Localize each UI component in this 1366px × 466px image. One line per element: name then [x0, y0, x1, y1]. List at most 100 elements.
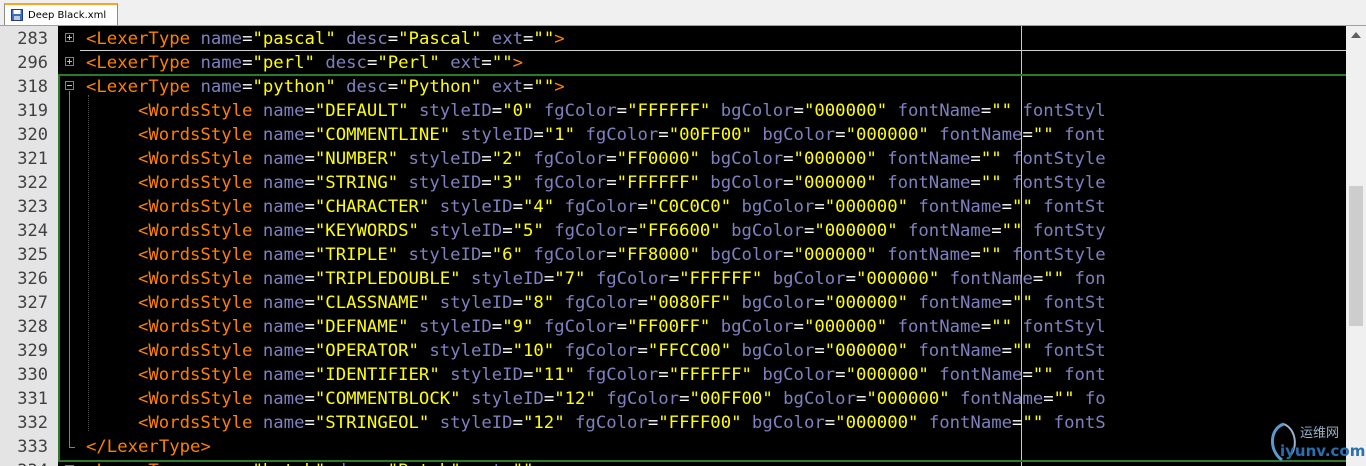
xml-attr-value: "" — [491, 53, 513, 73]
tab-deep-black-xml[interactable]: Deep Black.xml — [4, 3, 118, 25]
code-line[interactable]: 324 <WordsStyle name="KEYWORDS" styleID="… — [0, 219, 1346, 243]
xml-attr-value: "4" — [523, 197, 555, 217]
xml-attr-name: fontName — [949, 269, 1033, 289]
line-number: 328 — [17, 317, 48, 337]
code-text: <LexerType name="pascal" desc="Pascal" e… — [86, 27, 565, 51]
xml-attr-name: fo — [1084, 389, 1106, 409]
line-number: 318 — [17, 77, 48, 97]
xml-tag: <WordsStyle — [138, 413, 253, 433]
xml-equals: = — [658, 365, 669, 385]
xml-equals: = — [970, 149, 981, 169]
code-line[interactable]: 326 <WordsStyle name="TRIPLEDOUBLE" style… — [0, 267, 1346, 291]
xml-attr-name: fontS — [1053, 413, 1106, 433]
code-text: <LexerType name="python" desc="Python" e… — [86, 75, 565, 99]
code-line[interactable]: 333 </LexerType> — [0, 435, 1346, 459]
code-line[interactable]: 320 <WordsStyle name="COMMENTLINE" styleI… — [0, 123, 1346, 147]
fold-expand-icon[interactable] — [65, 33, 74, 42]
code-line[interactable]: 329 <WordsStyle name="OPERATOR" styleID="… — [0, 339, 1346, 363]
xml-equals: = — [366, 53, 378, 73]
line-number: 333 — [17, 437, 48, 457]
code-line[interactable]: 334 <LexerType name="batch" desc="Batch" … — [0, 459, 1346, 466]
code-line[interactable]: 330 <WordsStyle name="IDENTIFIER" styleID… — [0, 363, 1346, 387]
code-line[interactable]: 323 <WordsStyle name="CHARACTER" styleID=… — [0, 195, 1346, 219]
xml-attr-value: "" — [1012, 293, 1033, 313]
xml-equals: = — [783, 173, 794, 193]
xml-attr-value: "" — [1032, 125, 1054, 145]
xml-tag-close: > — [554, 77, 565, 97]
xml-equals: = — [304, 173, 315, 193]
code-line[interactable]: 325 <WordsStyle name="TRIPLE" styleID="6"… — [0, 243, 1346, 267]
xml-equals: = — [1022, 365, 1033, 385]
xml-attr-value: "7" — [554, 269, 586, 289]
scroll-up-arrow-icon[interactable] — [1351, 32, 1361, 38]
xml-tag: <WordsStyle — [138, 101, 253, 121]
xml-equals: = — [647, 413, 659, 433]
xml-attr-value: "" — [991, 317, 1013, 337]
xml-equals: = — [512, 293, 523, 313]
code-line[interactable]: 328 <WordsStyle name="DEFNAME" styleID="9… — [0, 315, 1346, 339]
xml-attr-name: font — [1064, 125, 1106, 145]
xml-equals: = — [304, 149, 315, 169]
xml-equals: = — [803, 221, 815, 241]
code-editor[interactable]: 283 <LexerType name="pascal" desc="Pascal… — [0, 26, 1366, 466]
xml-attr-value: "000000" — [793, 173, 877, 193]
xml-equals: = — [1022, 125, 1033, 145]
xml-attr-value: "Batch" — [388, 461, 461, 466]
xml-attr-name: fontName — [887, 173, 971, 193]
code-line[interactable]: 327 <WordsStyle name="CLASSNAME" styleID=… — [0, 291, 1346, 315]
fold-line — [69, 339, 70, 363]
code-line[interactable]: 322 <WordsStyle name="STRING" styleID="3"… — [0, 171, 1346, 195]
xml-attr-name: fontName — [897, 101, 981, 121]
xml-attr-value: "" — [980, 245, 1002, 265]
vertical-scrollbar[interactable] — [1346, 26, 1366, 466]
xml-equals: = — [627, 221, 638, 241]
code-line[interactable]: 283 <LexerType name="pascal" desc="Pascal… — [0, 27, 1346, 51]
xml-equals: = — [814, 197, 825, 217]
xml-attr-name: fontStyl — [1022, 101, 1106, 121]
xml-attr-name: fontName — [918, 341, 1002, 361]
xml-attr-value: "Pascal" — [398, 29, 482, 49]
xml-equals: = — [512, 197, 523, 217]
fold-expand-icon[interactable] — [65, 57, 74, 66]
xml-attr-value: "IDENTIFIER" — [314, 365, 440, 385]
xml-equals: = — [970, 245, 981, 265]
xml-attr-value: "FF6600" — [637, 221, 721, 241]
line-number: 283 — [17, 29, 48, 49]
line-number: 331 — [17, 389, 48, 409]
code-text: <WordsStyle name="NUMBER" styleID="2" fg… — [138, 147, 1106, 171]
code-text: <WordsStyle name="TRIPLE" styleID="6" fg… — [138, 243, 1106, 267]
code-line[interactable]: 321 <WordsStyle name="NUMBER" styleID="2"… — [0, 147, 1346, 171]
xml-tag: <WordsStyle — [138, 389, 253, 409]
xml-tag-close: > — [512, 53, 524, 73]
xml-attr-value: "" — [980, 149, 1002, 169]
xml-attr-name: fontName — [918, 197, 1002, 217]
xml-equals: = — [481, 245, 492, 265]
code-line[interactable]: 318 <LexerType name="python" desc="Python… — [0, 75, 1346, 99]
xml-equals: = — [304, 245, 315, 265]
xml-attr-name: bgColor — [783, 389, 856, 409]
code-line[interactable]: 332 <WordsStyle name="STRINGEOL" styleID=… — [0, 411, 1346, 435]
xml-attr-name: bgColor — [762, 125, 836, 145]
xml-tag: <WordsStyle — [138, 245, 253, 265]
code-line[interactable]: 319 <WordsStyle name="DEFAULT" styleID="0… — [0, 99, 1346, 123]
xml-attr-name: bgColor — [720, 317, 794, 337]
xml-attr-name: fon — [1074, 269, 1106, 289]
xml-equals: = — [606, 149, 617, 169]
xml-equals: = — [1043, 389, 1054, 409]
code-line[interactable]: 296 <LexerType name="perl" desc="Perl" ex… — [0, 51, 1346, 75]
xml-attr-name: fontStyl — [1022, 317, 1106, 337]
xml-tag: <LexerType — [86, 77, 191, 97]
xml-attr-value: "" — [980, 173, 1002, 193]
xml-attr-name: ext — [450, 53, 482, 73]
xml-attr-name: fontSt — [1043, 293, 1106, 313]
xml-tag: <WordsStyle — [138, 317, 253, 337]
xml-attr-name: bgColor — [741, 341, 815, 361]
xml-attr-name: name — [262, 125, 305, 145]
xml-equals: = — [242, 461, 252, 466]
xml-attr-value: "" — [533, 77, 555, 97]
fold-collapse-icon[interactable] — [65, 81, 74, 90]
fold-line — [69, 147, 70, 171]
xml-attr-name: ext — [491, 29, 524, 49]
code-line[interactable]: 331 <WordsStyle name="COMMENTBLOCK" style… — [0, 387, 1346, 411]
scroll-thumb[interactable] — [1349, 186, 1363, 326]
